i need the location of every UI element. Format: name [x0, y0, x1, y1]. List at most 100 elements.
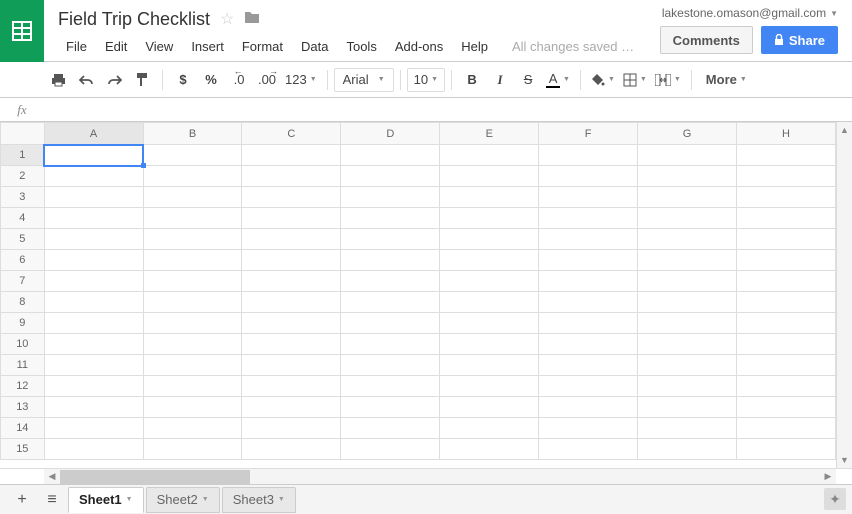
cell[interactable]: [143, 229, 242, 250]
font-select[interactable]: Arial▼: [334, 68, 394, 92]
cell[interactable]: [242, 334, 341, 355]
menu-file[interactable]: File: [58, 36, 95, 57]
row-header[interactable]: 15: [1, 439, 45, 460]
cell[interactable]: [638, 334, 737, 355]
cell[interactable]: [539, 229, 638, 250]
cell[interactable]: [440, 418, 539, 439]
cell[interactable]: [242, 229, 341, 250]
cell[interactable]: [242, 397, 341, 418]
row-header[interactable]: 14: [1, 418, 45, 439]
cell[interactable]: [143, 418, 242, 439]
cell[interactable]: [143, 187, 242, 208]
cell[interactable]: [143, 208, 242, 229]
menu-insert[interactable]: Insert: [183, 36, 232, 57]
cell[interactable]: [44, 271, 143, 292]
scroll-right-button[interactable]: ▶: [820, 471, 836, 482]
cell[interactable]: [539, 166, 638, 187]
row-header[interactable]: 5: [1, 229, 45, 250]
italic-button[interactable]: I: [486, 67, 514, 93]
cell[interactable]: [539, 292, 638, 313]
cell[interactable]: [737, 229, 836, 250]
cell[interactable]: [539, 145, 638, 166]
cell[interactable]: [638, 292, 737, 313]
cell[interactable]: [44, 145, 143, 166]
cell[interactable]: [341, 313, 440, 334]
row-header[interactable]: 8: [1, 292, 45, 313]
all-sheets-button[interactable]: ≡: [38, 486, 66, 514]
cell[interactable]: [143, 376, 242, 397]
cell[interactable]: [341, 229, 440, 250]
row-header[interactable]: 13: [1, 397, 45, 418]
cell[interactable]: [440, 334, 539, 355]
scroll-left-button[interactable]: ◀: [44, 471, 60, 482]
row-header[interactable]: 3: [1, 187, 45, 208]
share-button[interactable]: Share: [761, 26, 838, 54]
cell[interactable]: [638, 439, 737, 460]
cell[interactable]: [638, 208, 737, 229]
cell[interactable]: [242, 292, 341, 313]
cell[interactable]: [143, 334, 242, 355]
decrease-decimal-button[interactable]: ←.0: [225, 67, 253, 93]
cell[interactable]: [341, 250, 440, 271]
cell[interactable]: [341, 397, 440, 418]
cell[interactable]: [242, 418, 341, 439]
column-header[interactable]: G: [638, 123, 737, 145]
cell[interactable]: [143, 313, 242, 334]
horizontal-scrollbar[interactable]: ◀ ▶: [44, 469, 836, 484]
cell[interactable]: [143, 250, 242, 271]
formula-input[interactable]: [44, 99, 852, 121]
toolbar-more-button[interactable]: More▼: [698, 67, 755, 93]
cell[interactable]: [737, 166, 836, 187]
cell[interactable]: [737, 208, 836, 229]
cell[interactable]: [638, 166, 737, 187]
borders-button[interactable]: ▼: [619, 67, 651, 93]
redo-button[interactable]: [100, 67, 128, 93]
format-percent-button[interactable]: %: [197, 67, 225, 93]
cell[interactable]: [638, 145, 737, 166]
paint-format-button[interactable]: [128, 67, 156, 93]
cell[interactable]: [341, 376, 440, 397]
cell[interactable]: [539, 355, 638, 376]
row-header[interactable]: 1: [1, 145, 45, 166]
cell[interactable]: [341, 355, 440, 376]
cell[interactable]: [539, 250, 638, 271]
cell[interactable]: [737, 418, 836, 439]
vertical-scrollbar[interactable]: ▲ ▼: [836, 122, 852, 468]
row-header[interactable]: 10: [1, 334, 45, 355]
cell[interactable]: [341, 439, 440, 460]
strikethrough-button[interactable]: S: [514, 67, 542, 93]
cell[interactable]: [440, 145, 539, 166]
cell[interactable]: [737, 271, 836, 292]
cell[interactable]: [143, 271, 242, 292]
cell[interactable]: [341, 166, 440, 187]
cell[interactable]: [242, 145, 341, 166]
cell[interactable]: [539, 271, 638, 292]
font-size-select[interactable]: 10▼: [407, 68, 445, 92]
menu-tools[interactable]: Tools: [338, 36, 384, 57]
scroll-up-button[interactable]: ▲: [837, 122, 852, 138]
cell[interactable]: [341, 334, 440, 355]
cell[interactable]: [44, 355, 143, 376]
cell[interactable]: [44, 439, 143, 460]
menu-edit[interactable]: Edit: [97, 36, 135, 57]
format-currency-button[interactable]: $: [169, 67, 197, 93]
print-button[interactable]: [44, 67, 72, 93]
add-sheet-button[interactable]: +: [8, 486, 36, 514]
cell[interactable]: [737, 376, 836, 397]
cell[interactable]: [440, 271, 539, 292]
cell[interactable]: [638, 313, 737, 334]
cell[interactable]: [539, 187, 638, 208]
cell[interactable]: [440, 439, 539, 460]
cell[interactable]: [242, 187, 341, 208]
document-title[interactable]: Field Trip Checklist: [58, 9, 210, 30]
cell[interactable]: [341, 208, 440, 229]
cell[interactable]: [539, 208, 638, 229]
column-header[interactable]: D: [341, 123, 440, 145]
cell[interactable]: [737, 355, 836, 376]
cell[interactable]: [44, 418, 143, 439]
cell[interactable]: [44, 313, 143, 334]
cell[interactable]: [341, 271, 440, 292]
cell[interactable]: [539, 418, 638, 439]
cell[interactable]: [638, 376, 737, 397]
menu-format[interactable]: Format: [234, 36, 291, 57]
